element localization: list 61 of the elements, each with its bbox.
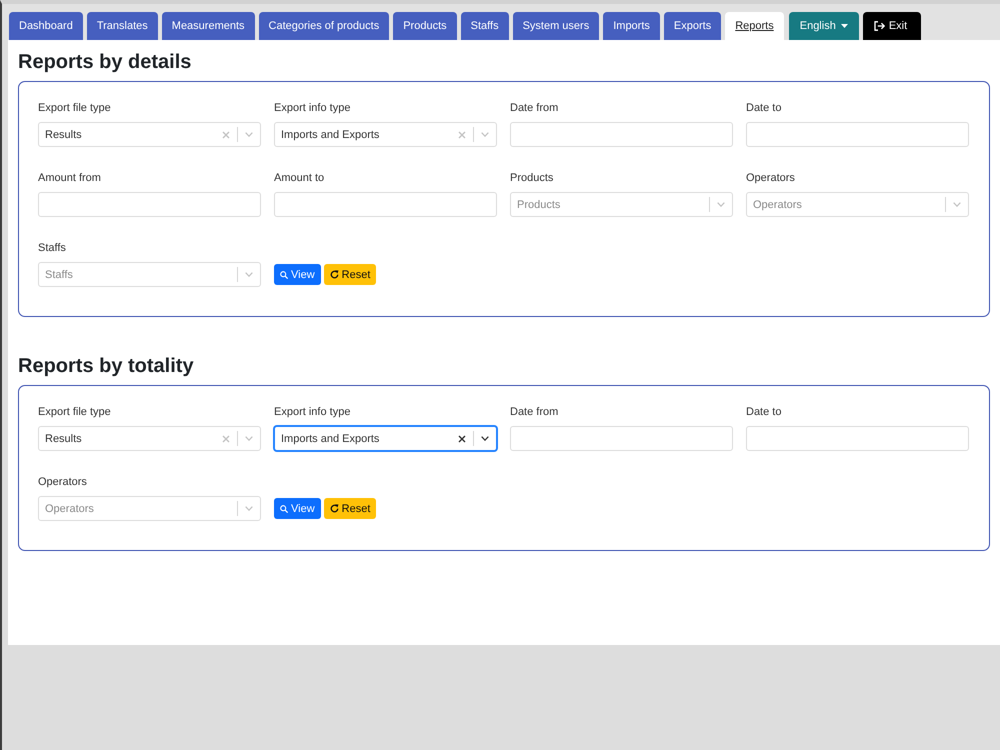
search-icon bbox=[280, 504, 288, 512]
dropdown-field[interactable]: Products bbox=[510, 192, 733, 217]
field-label: Amount to bbox=[274, 171, 324, 185]
field-label: Operators bbox=[746, 171, 795, 185]
text-field[interactable] bbox=[746, 426, 969, 451]
nav-tab[interactable]: Reports bbox=[725, 12, 784, 40]
text-field[interactable] bbox=[510, 122, 733, 147]
caret-icon bbox=[840, 24, 848, 28]
nav-tab[interactable]: System users bbox=[512, 12, 600, 40]
dropdown-field[interactable]: Operators bbox=[746, 192, 969, 217]
section-heading: Reports by totality bbox=[18, 354, 194, 378]
language-dropdown[interactable]: English bbox=[788, 12, 859, 40]
dropdown-field[interactable]: Staffs bbox=[38, 262, 261, 287]
chevron-down-icon bbox=[481, 436, 489, 441]
nav-tab[interactable]: Exports bbox=[664, 12, 722, 40]
chevron-down-icon bbox=[481, 132, 489, 137]
field-label: Date to bbox=[746, 101, 782, 115]
field-label: Date from bbox=[510, 101, 558, 115]
field-label: Date from bbox=[510, 405, 558, 419]
nav-tab[interactable]: Products bbox=[393, 12, 457, 40]
dropdown-field[interactable]: Imports and Exports bbox=[274, 426, 497, 451]
chevron-down-icon bbox=[245, 272, 253, 277]
section-heading: Reports by details bbox=[18, 50, 192, 74]
field-label: Export file type bbox=[38, 101, 111, 115]
close-icon[interactable] bbox=[458, 434, 466, 442]
dropdown-field[interactable]: Imports and Exports bbox=[274, 122, 497, 147]
nav-tab[interactable]: Measurements bbox=[162, 12, 255, 40]
chevron-down-icon bbox=[245, 506, 253, 511]
field-label: Staffs bbox=[38, 241, 66, 255]
arrow-bracket-icon bbox=[874, 21, 885, 31]
circular-arrow-icon bbox=[330, 504, 339, 513]
chevron-down-icon bbox=[245, 436, 253, 441]
nav-tab[interactable]: Staffs bbox=[460, 12, 509, 40]
dropdown-field[interactable]: Operators bbox=[38, 496, 261, 521]
view-button[interactable]: View bbox=[274, 498, 321, 519]
reset-button[interactable]: Reset bbox=[324, 264, 376, 285]
nav-tab[interactable]: Categories of products bbox=[258, 12, 390, 40]
circular-arrow-icon bbox=[330, 270, 339, 279]
text-field[interactable] bbox=[38, 192, 261, 217]
nav-tab[interactable]: Translates bbox=[86, 12, 158, 40]
view-button[interactable]: View bbox=[274, 264, 321, 285]
nav-tab[interactable]: Dashboard bbox=[9, 12, 83, 40]
nav-tab[interactable]: Imports bbox=[603, 12, 660, 40]
chevron-down-icon bbox=[245, 132, 253, 137]
field-label: Products bbox=[510, 171, 554, 185]
field-label: Date to bbox=[746, 405, 782, 419]
search-icon bbox=[280, 270, 288, 278]
chevron-down-icon bbox=[953, 202, 961, 207]
chevron-down-icon bbox=[717, 202, 725, 207]
field-label: Amount from bbox=[38, 171, 101, 185]
text-field[interactable] bbox=[510, 426, 733, 451]
dropdown-field[interactable]: Results bbox=[38, 122, 261, 147]
reset-button[interactable]: Reset bbox=[324, 498, 376, 519]
field-label: Operators bbox=[38, 475, 87, 489]
field-label: Export info type bbox=[274, 405, 350, 419]
field-label: Export info type bbox=[274, 101, 350, 115]
text-field[interactable] bbox=[746, 122, 969, 147]
dropdown-field[interactable]: Results bbox=[38, 426, 261, 451]
text-field[interactable] bbox=[274, 192, 497, 217]
exit-button[interactable]: Exit bbox=[862, 12, 922, 40]
field-label: Export file type bbox=[38, 405, 111, 419]
